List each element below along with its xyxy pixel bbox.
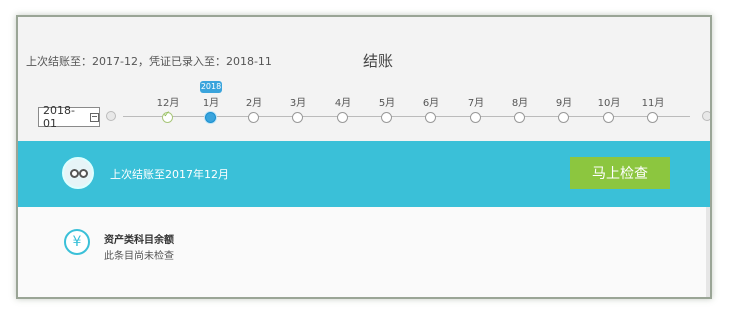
check-now-button[interactable]: 马上检查 (570, 157, 670, 189)
month-label-7: 7月 (467, 98, 485, 109)
month-node[interactable] (425, 112, 436, 123)
month-label-12: 12月 (156, 98, 180, 109)
check-item-status: 此条目尚未检查 (104, 251, 174, 262)
last-closing-text: 上次结账至2017年12月 (110, 168, 229, 181)
month-label-5: 5月 (378, 98, 396, 109)
month-node[interactable] (381, 112, 392, 123)
period-date-value: 2018-01 (43, 104, 75, 130)
timeline-prev-button[interactable] (106, 111, 116, 121)
owl-eye-right (79, 169, 88, 178)
check-item-title: 资产类科目余额 (104, 235, 174, 246)
month-label-2: 2月 (245, 98, 263, 109)
month-node-current[interactable] (205, 112, 216, 123)
scrollbar[interactable] (706, 207, 710, 297)
check-items-list: ¥ 资产类科目余额 此条目尚未检查 (18, 207, 710, 297)
month-node[interactable] (558, 112, 569, 123)
timeline-next-button[interactable] (702, 111, 710, 121)
month-node[interactable] (647, 112, 658, 123)
top-bar: 上次结账至：2017-12，凭证已录入至：2018-11 结账 2018-01 … (18, 17, 710, 149)
month-node[interactable] (292, 112, 303, 123)
month-label-1: 1月 (202, 98, 220, 109)
month-label-8: 8月 (511, 98, 529, 109)
closing-window: 上次结账至：2017-12，凭证已录入至：2018-11 结账 2018-01 … (16, 15, 712, 299)
month-node[interactable] (514, 112, 525, 123)
period-date-picker[interactable]: 2018-01 (38, 104, 100, 130)
month-node[interactable] (337, 112, 348, 123)
calendar-icon[interactable] (90, 112, 99, 122)
month-label-6: 6月 (422, 98, 440, 109)
page-title: 结账 (362, 52, 393, 70)
month-label-11: 11月 (641, 98, 665, 109)
year-badge: 2018 (200, 81, 222, 93)
owl-mascot-icon (62, 157, 94, 189)
month-node[interactable] (248, 112, 259, 123)
month-node-done[interactable] (162, 110, 173, 123)
yen-icon: ¥ (64, 229, 90, 255)
month-label-9: 9月 (555, 98, 573, 109)
month-node[interactable] (470, 112, 481, 123)
month-node[interactable] (603, 112, 614, 123)
month-label-4: 4月 (334, 98, 352, 109)
month-label-10: 10月 (597, 98, 621, 109)
closing-banner: 上次结账至2017年12月 马上检查 (18, 141, 710, 207)
closing-status-text: 上次结账至：2017-12，凭证已录入至：2018-11 (26, 55, 272, 68)
month-label-3: 3月 (289, 98, 307, 109)
owl-eye-left (70, 169, 79, 178)
